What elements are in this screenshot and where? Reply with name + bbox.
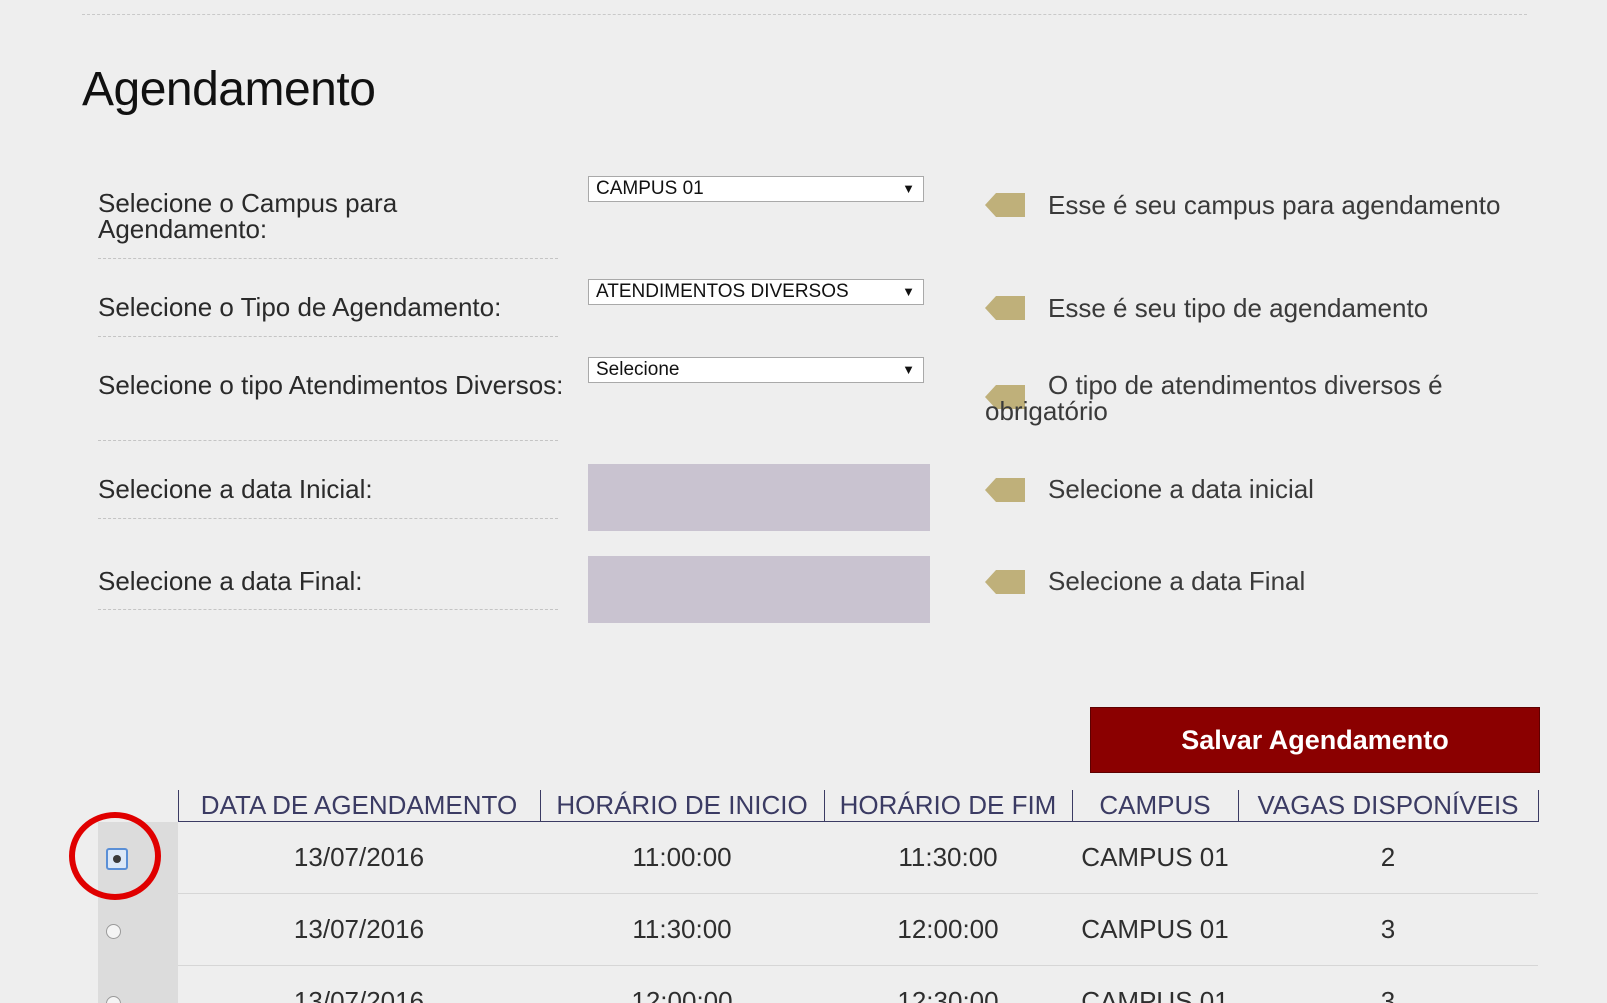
tipo-hint: Esse é seu tipo de agendamento — [1048, 293, 1429, 323]
tipo-label: Selecione o Tipo de Agendamento: — [98, 292, 502, 322]
dropdown-arrow-icon: ▼ — [902, 181, 915, 196]
tag-arrow-left-icon — [985, 478, 1025, 502]
tipo-select[interactable]: ATENDIMENTOS DIVERSOS ▼ — [588, 279, 924, 305]
save-appointment-button[interactable]: Salvar Agendamento — [1090, 707, 1540, 773]
dropdown-arrow-icon: ▼ — [902, 284, 915, 299]
cell-campus: CAMPUS 01 — [1072, 821, 1238, 894]
campus-label: Selecione o Campus para Agendamento: — [98, 188, 398, 244]
radio-button-icon[interactable] — [106, 848, 128, 871]
cell-inicio: 11:00:00 — [540, 821, 824, 894]
tipo-atendimento-select[interactable]: Selecione ▼ — [588, 357, 924, 383]
radio-button-icon[interactable] — [106, 995, 121, 1003]
cell-inicio: 11:30:00 — [540, 893, 824, 966]
column-header-campus: CAMPUS — [1071, 790, 1238, 822]
data-inicial-label: Selecione a data Inicial: — [98, 474, 373, 504]
tipo-atendimento-hint: O tipo de atendimentos diversos é obriga… — [985, 370, 1443, 426]
cell-fim: 12:00:00 — [824, 893, 1072, 966]
column-header-fim: HORÁRIO DE FIM — [823, 790, 1072, 822]
select-column-header — [98, 790, 178, 822]
table-header-row: DATA DE AGENDAMENTO HORÁRIO DE INICIO HO… — [98, 790, 1539, 822]
form-divider — [98, 336, 558, 337]
tipo-atendimento-select-value: Selecione — [596, 359, 680, 380]
data-final-label: Selecione a data Final: — [98, 566, 363, 596]
column-header-vagas: VAGAS DISPONÍVEIS — [1237, 790, 1539, 822]
row-select-cell — [98, 821, 178, 894]
cell-fim: 11:30:00 — [824, 821, 1072, 894]
tag-arrow-left-icon — [985, 193, 1025, 217]
page-title: Agendamento — [82, 63, 376, 116]
form-divider — [98, 609, 558, 610]
campus-hint: Esse é seu campus para agendamento — [1048, 190, 1501, 220]
tag-arrow-left-icon — [985, 296, 1025, 320]
cell-inicio: 12:00:00 — [540, 965, 824, 1003]
table-row[interactable]: 13/07/2016 12:00:00 12:30:00 CAMPUS 01 3 — [98, 965, 1538, 1003]
radio-button-icon[interactable] — [106, 923, 121, 939]
cell-data: 13/07/2016 — [178, 821, 540, 894]
cell-campus: CAMPUS 01 — [1072, 965, 1238, 1003]
scheduling-page: Agendamento Selecione o Campus para Agen… — [0, 0, 1607, 1003]
cell-vagas: 3 — [1238, 893, 1538, 966]
cell-campus: CAMPUS 01 — [1072, 893, 1238, 966]
data-inicial-hint: Selecione a data inicial — [1048, 474, 1314, 504]
campus-select[interactable]: CAMPUS 01 ▼ — [588, 176, 924, 202]
row-select-cell — [98, 893, 178, 966]
data-inicial-input[interactable] — [588, 464, 930, 531]
form-divider — [98, 518, 558, 519]
table-row[interactable]: 13/07/2016 11:00:00 11:30:00 CAMPUS 01 2 — [98, 821, 1538, 894]
cell-data: 13/07/2016 — [178, 965, 540, 1003]
schedule-table: DATA DE AGENDAMENTO HORÁRIO DE INICIO HO… — [98, 790, 1539, 1003]
cell-fim: 12:30:00 — [824, 965, 1072, 1003]
column-header-inicio: HORÁRIO DE INICIO — [539, 790, 824, 822]
tipo-atendimento-label: Selecione o tipo Atendimentos Diversos: — [98, 370, 564, 400]
table-row[interactable]: 13/07/2016 11:30:00 12:00:00 CAMPUS 01 3 — [98, 893, 1538, 966]
data-final-input[interactable] — [588, 556, 930, 623]
cell-vagas: 3 — [1238, 965, 1538, 1003]
dropdown-arrow-icon: ▼ — [902, 362, 915, 377]
column-header-data: DATA DE AGENDAMENTO — [177, 790, 540, 822]
form-divider — [98, 440, 558, 441]
tag-arrow-left-icon — [985, 570, 1025, 594]
cell-data: 13/07/2016 — [178, 893, 540, 966]
campus-select-value: CAMPUS 01 — [596, 178, 704, 199]
data-final-hint: Selecione a data Final — [1048, 566, 1306, 596]
row-select-cell — [98, 965, 178, 1003]
form-divider — [98, 258, 558, 259]
tipo-select-value: ATENDIMENTOS DIVERSOS — [596, 281, 849, 302]
cell-vagas: 2 — [1238, 821, 1538, 894]
top-divider — [82, 14, 1527, 15]
